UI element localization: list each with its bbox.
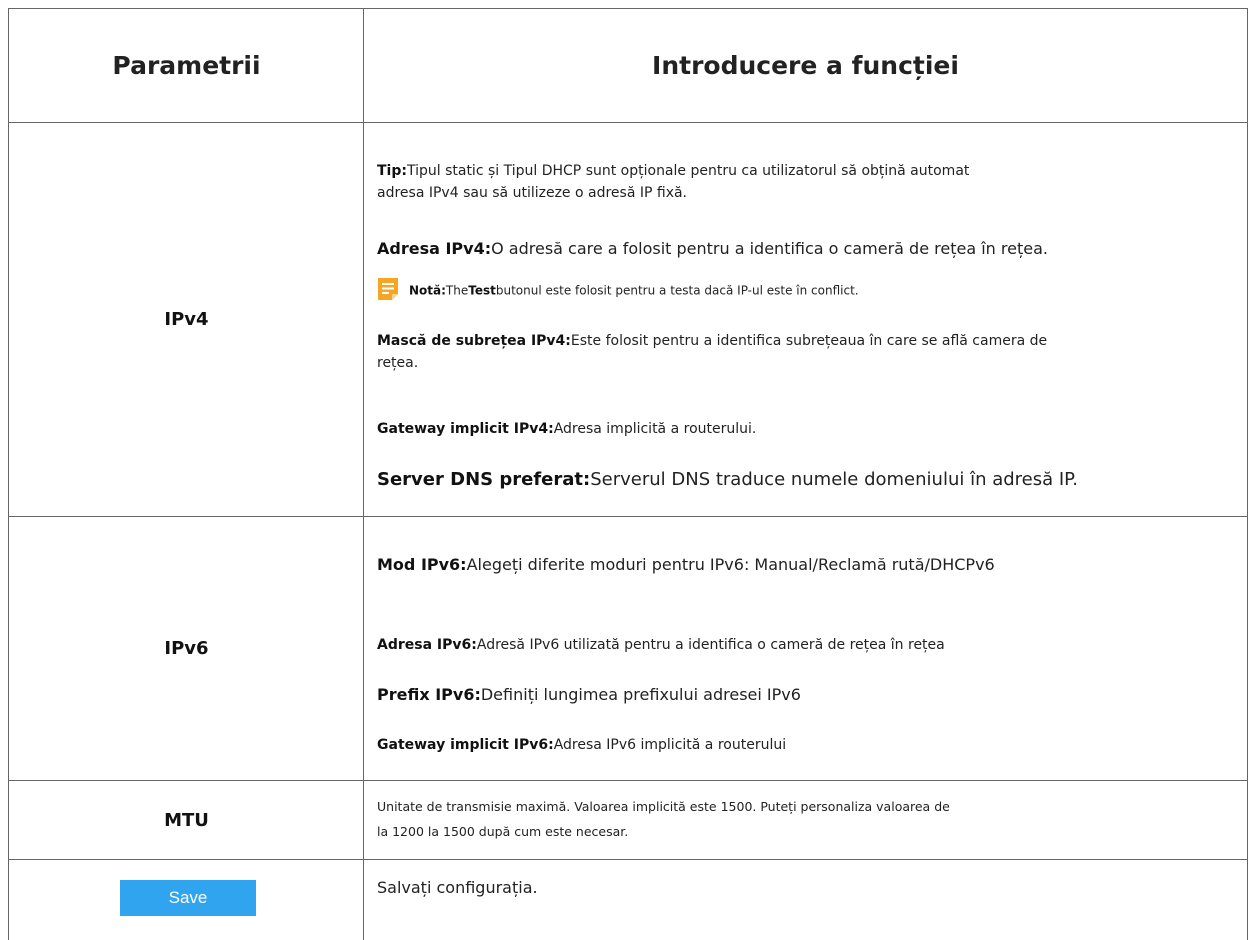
ipv6-mode-text: Alegeți diferite moduri pentru IPv6: Man… <box>466 555 995 574</box>
mtu-text-2: la 1200 la 1500 după cum este necesar. <box>377 824 629 839</box>
ipv4-address-text: O adresă care a folosit pentru a identif… <box>491 239 1048 258</box>
ipv4-address: Adresa IPv4:O adresă care a folosit pent… <box>377 237 1048 261</box>
ipv4-tip: Tip:Tipul static și Tipul DHCP sunt opți… <box>377 160 969 204</box>
ipv4-dns-label: Server DNS preferat: <box>377 469 591 490</box>
ipv4-dns: Server DNS preferat:Serverul DNS traduce… <box>377 467 1078 493</box>
ipv6-mode: Mod IPv6:Alegeți diferite moduri pentru … <box>377 553 995 577</box>
ipv6-gateway-label: Gateway implicit IPv6: <box>377 737 554 753</box>
note-icon <box>377 277 399 301</box>
param-mtu: MTU <box>164 809 209 831</box>
table-border-middle <box>363 8 364 940</box>
ipv4-address-label: Adresa IPv4: <box>377 239 492 258</box>
save-button[interactable]: Save <box>120 880 256 916</box>
ipv4-dns-text: Serverul DNS traduce numele domeniului î… <box>590 469 1078 490</box>
ipv4-note-rest: butonul este folosit pentru a testa dacă… <box>495 283 859 298</box>
ipv4-gateway-text: Adresa implicită a routerului. <box>553 421 757 437</box>
ipv4-note-the: The <box>445 283 469 298</box>
ipv4-tip-label: Tip: <box>377 163 407 179</box>
table-border-left <box>8 8 9 940</box>
param-ipv4: IPv4 <box>164 309 209 330</box>
ipv4-tip-text-1: Tipul static și Tipul DHCP sunt opțional… <box>406 163 970 179</box>
ipv4-note-label: Notă: <box>409 283 446 298</box>
ipv4-subnet-mask: Mască de subrețea IPv4:Este folosit pent… <box>377 330 1047 374</box>
ipv4-mask-text-1: Este folosit pentru a identifica subrețe… <box>570 333 1048 349</box>
ipv6-gateway: Gateway implicit IPv6:Adresa IPv6 implic… <box>377 734 786 756</box>
ipv6-prefix-label: Prefix IPv6: <box>377 685 481 704</box>
ipv4-gateway: Gateway implicit IPv4:Adresa implicită a… <box>377 418 756 440</box>
row-divider-mtu <box>8 859 1248 860</box>
ipv4-note: Notă:TheTestbutonul este folosit pentru … <box>377 277 859 304</box>
ipv6-prefix-text: Definiți lungimea prefixului adresei IPv… <box>480 685 801 704</box>
header-description: Introducere a funcției <box>652 50 959 80</box>
ipv4-note-test: Test <box>468 283 496 298</box>
ipv4-tip-text-2: adresa IPv4 sau să utilizeze o adresă IP… <box>377 185 688 201</box>
header-parameters: Parametrii <box>112 50 261 80</box>
ipv6-gateway-text: Adresa IPv6 implicită a routerului <box>553 737 787 753</box>
mtu-description: Unitate de transmisie maximă. Valoarea i… <box>377 794 950 844</box>
param-ipv6: IPv6 <box>164 638 209 659</box>
ipv6-prefix: Prefix IPv6:Definiți lungimea prefixului… <box>377 683 801 707</box>
ipv6-address-text: Adresă IPv6 utilizată pentru a identific… <box>476 637 945 653</box>
ipv6-mode-label: Mod IPv6: <box>377 555 467 574</box>
ipv4-gateway-label: Gateway implicit IPv4: <box>377 421 554 437</box>
ipv6-address-label: Adresa IPv6: <box>377 637 477 653</box>
ipv4-mask-text-2: rețea. <box>377 355 419 371</box>
ipv4-mask-label: Mască de subrețea IPv4: <box>377 333 571 349</box>
ipv6-address: Adresa IPv6:Adresă IPv6 utilizată pentru… <box>377 634 945 656</box>
mtu-text-1: Unitate de transmisie maximă. Valoarea i… <box>377 799 950 814</box>
save-description: Salvați configurația. <box>377 878 538 897</box>
